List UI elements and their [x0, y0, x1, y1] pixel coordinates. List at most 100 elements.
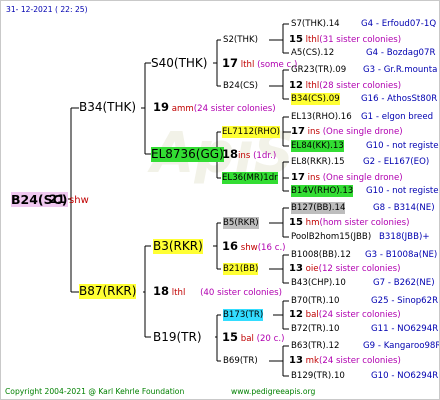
g3-0-info: 15 lthl(31 sister colonies) [289, 34, 401, 46]
g3-0-line: lthl [305, 35, 320, 45]
g1-bot-info: 18 lthl (40 sister colonies) [153, 284, 282, 299]
g3-0-num: 15 [289, 34, 303, 45]
g3-6-num: 12 [289, 309, 303, 320]
g3-1-line: lthl [305, 81, 320, 91]
g2-2-note: (16 c.) [257, 243, 286, 253]
g2-2-line: shw [240, 243, 258, 253]
g4-12-info: G25 - Sinop62R [371, 296, 439, 306]
g3-3-info: 17 ins (One single drone) [291, 172, 403, 184]
g4-1-name[interactable]: A5(CS).12 [291, 47, 334, 59]
g3-3-note: (One single drone) [322, 173, 403, 183]
g4-13-info: G11 - NO6294R [371, 324, 439, 334]
g3-5-line: oie [305, 264, 319, 274]
g2-3-name[interactable]: B19(TR) [153, 330, 202, 345]
g3-1-note: (28 sister colonies) [319, 81, 402, 91]
g4-11-name[interactable]: B43(CHP).10 [291, 277, 346, 289]
g1-top-line: amm [171, 104, 194, 114]
g4-1-info: G4 - Bozdag07R [366, 48, 436, 58]
g4-6-info: G2 - EL167(EO) [363, 157, 430, 167]
g3-6-name[interactable]: B173(TR) [223, 309, 264, 321]
g2-0-num: 17 [222, 56, 239, 70]
g2-3-info: 15 bal (20 c.) [222, 330, 284, 345]
timestamp: 31- 12-2021 ( 22: 25) [6, 5, 88, 14]
g4-14-info: G9 - Kangaroo98R [363, 341, 440, 351]
g4-15-info: G10 - NO6294R [371, 371, 439, 381]
g3-2-line: ins [307, 127, 320, 137]
g2-1-note: (1dr.) [253, 151, 277, 161]
g3-2-info: 17 ins (One single drone) [291, 126, 403, 138]
root-num: 21 [49, 192, 66, 206]
g4-15-name[interactable]: B129(TR).10 [291, 370, 345, 382]
g2-1-num: 18 [222, 147, 239, 161]
g4-14-name[interactable]: B63(TR).12 [291, 340, 339, 352]
g4-2-info: G3 - Gr.R.mounta [363, 65, 438, 75]
pedigree-chart: ApiS 31- 12-2021 ( 22: 25) Copyrigh [0, 0, 440, 400]
g1-bot-line: lthl [171, 288, 186, 298]
g3-5-name[interactable]: B21(BB) [223, 263, 259, 275]
g4-5-name[interactable]: EL84(KK).13 [291, 140, 344, 152]
g4-3-name[interactable]: B34(CS).09 [291, 93, 340, 105]
g1-top-note: (24 sister colonies) [193, 104, 276, 114]
g3-4-info: 15 hm(hom sister colonies) [289, 217, 410, 229]
g2-0-line: lthl [240, 60, 255, 70]
g4-0-name[interactable]: S7(THK).14 [291, 18, 340, 30]
g4-4-info: G1 - elgon breed [361, 112, 434, 122]
g1-top-info: 19 amm(24 sister colonies) [153, 100, 276, 115]
g1-top-num: 19 [153, 100, 170, 114]
g3-2-note: (One single drone) [322, 127, 403, 137]
g2-3-num: 15 [222, 330, 239, 344]
g4-13-name[interactable]: B72(TR).10 [291, 323, 339, 335]
g4-7-info: G10 - not registe [366, 186, 439, 196]
g4-8-info: G8 - B314(NE) [373, 203, 435, 213]
g3-6-note: (24 sister colonies) [318, 310, 401, 320]
g3-1-info: 12 lthl(28 sister colonies) [289, 80, 401, 92]
g3-2-name[interactable]: EL7112(RHO) [222, 126, 280, 138]
g3-4-line: hm [305, 218, 320, 228]
g2-3-note: (20 c.) [256, 334, 285, 344]
g3-7-num: 13 [289, 355, 303, 366]
g3-0-note: (31 sister colonies) [319, 35, 402, 45]
g3-7-name[interactable]: B69(TR) [223, 355, 258, 367]
g3-5-info: 13 oie(12 sister colonies) [289, 263, 400, 275]
g2-0-name[interactable]: S40(THK) [151, 56, 207, 71]
g3-1-num: 12 [289, 80, 303, 91]
g4-9-info: B318(JBB)+ [379, 232, 430, 242]
root-line: shw [69, 195, 89, 206]
g4-3-info: G16 - AthosSt80R [361, 94, 438, 104]
g2-1-info: 18ins (1dr.) [222, 147, 276, 162]
g3-6-info: 12 bal(24 sister colonies) [289, 309, 401, 321]
g3-7-note: (24 sister colonies) [319, 356, 401, 366]
g4-9-name[interactable]: PoolB2hom15(JBB) [291, 231, 371, 243]
g4-6-name[interactable]: EL8(RKR).15 [291, 156, 345, 168]
g2-1-name[interactable]: EL8736(GG) [151, 147, 224, 162]
g3-7-line: mk [305, 356, 320, 366]
site-url[interactable]: www.pedigreeapis.org [231, 386, 315, 398]
g4-4-name[interactable]: EL13(RHO).16 [291, 111, 352, 123]
g3-2-num: 17 [291, 126, 305, 137]
g2-1-line: ins [238, 151, 251, 161]
g4-2-name[interactable]: GR23(TR).09 [291, 64, 346, 76]
g1-bot-name[interactable]: B87(RKR) [79, 284, 137, 299]
g4-11-info: G7 - B262(NE) [373, 278, 435, 288]
g4-0-info: G4 - Erfoud07-1Q [361, 19, 437, 29]
copyright: Copyright 2004-2021 @ Karl Kehrle Founda… [5, 387, 185, 396]
g3-4-name[interactable]: B5(RKR) [223, 217, 259, 229]
g3-0-name[interactable]: S2(THK) [223, 34, 258, 46]
g1-bot-num: 18 [153, 284, 170, 298]
g4-10-name[interactable]: B1008(BB).12 [291, 249, 351, 261]
g3-1-name[interactable]: B24(CS) [223, 80, 258, 92]
g4-7-name[interactable]: B14V(RHO).13 [291, 185, 354, 197]
g3-3-line: ins [307, 173, 320, 183]
g4-8-name[interactable]: B127(BB).14 [291, 202, 346, 214]
g1-top-name[interactable]: B34(THK) [79, 100, 136, 115]
g4-10-info: G3 - B1008a(NE) [365, 250, 438, 260]
g3-5-num: 13 [289, 263, 303, 274]
g3-3-name[interactable]: EL36(MR)1dr [222, 172, 278, 184]
g3-3-num: 17 [291, 172, 305, 183]
g3-5-note: (12 sister colonies) [318, 264, 401, 274]
g4-12-name[interactable]: B70(TR).10 [291, 295, 339, 307]
g2-2-name[interactable]: B3(RKR) [153, 239, 203, 254]
g3-7-info: 13 mk(24 sister colonies) [289, 355, 401, 367]
g4-5-info: G10 - not registe [366, 141, 439, 151]
root-generation: 21 shw [49, 192, 89, 208]
